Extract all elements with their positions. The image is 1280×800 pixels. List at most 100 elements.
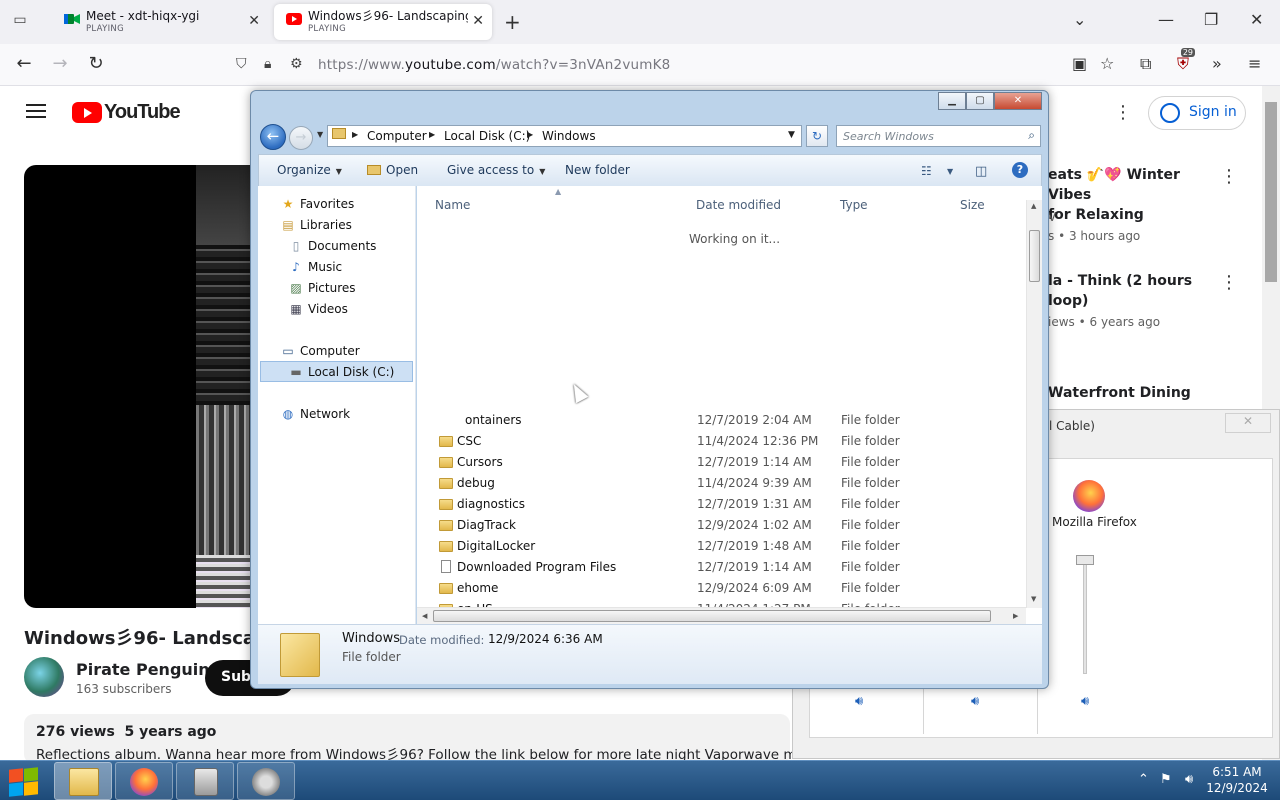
forward-icon[interactable]: → bbox=[48, 53, 72, 74]
file-row[interactable]: Cursors 12/7/2019 1:14 AM File folder bbox=[417, 452, 1026, 473]
channel-avatar[interactable] bbox=[24, 657, 64, 697]
scroll-left-icon[interactable]: ◀ bbox=[422, 612, 427, 620]
close-icon[interactable]: ✕ bbox=[1225, 413, 1271, 433]
recommendation-title[interactable]: eats 🎷💖 Winter Vibes for Relaxing bbox=[1048, 165, 1218, 225]
file-row[interactable]: diagnostics 12/7/2019 1:31 AM File folder bbox=[417, 494, 1026, 515]
scroll-right-icon[interactable]: ▶ bbox=[1013, 612, 1018, 620]
nav-computer[interactable]: ▭ Computer bbox=[280, 344, 359, 358]
give-access-button[interactable]: Give access to ▼ bbox=[447, 163, 545, 177]
nav-pictures[interactable]: ▨ Pictures bbox=[288, 281, 355, 295]
chevron-down-icon[interactable]: ▼ bbox=[947, 167, 953, 176]
volume-icon[interactable]: 🔊︎ bbox=[1185, 772, 1193, 787]
preview-pane-icon[interactable]: ◫ bbox=[975, 164, 987, 179]
file-row[interactable]: ontainers 12/7/2019 2:04 AM File folder bbox=[417, 410, 1026, 431]
close-window-icon[interactable]: ✕ bbox=[1250, 10, 1263, 29]
tab-youtube[interactable]: Windows彡96- Landscaping 水 PLAYING ✕ bbox=[274, 4, 492, 40]
url-text[interactable]: https://www.youtube.com/watch?v=3nVAn2vu… bbox=[318, 57, 670, 73]
file-row[interactable]: DiagTrack 12/9/2024 1:02 AM File folder bbox=[417, 515, 1026, 536]
close-icon[interactable]: ✕ bbox=[994, 92, 1042, 110]
history-dropdown-icon[interactable]: ▼ bbox=[317, 130, 323, 139]
sign-in-button[interactable]: Sign in bbox=[1148, 96, 1246, 130]
breadcrumb-windows[interactable]: Windows bbox=[542, 129, 596, 143]
search-input[interactable] bbox=[837, 126, 1012, 146]
organize-button[interactable]: Organize ▼ bbox=[277, 163, 342, 177]
speaker-icon[interactable]: 🔊︎ bbox=[855, 694, 863, 709]
file-row[interactable]: Downloaded Program Files 12/7/2019 1:14 A… bbox=[417, 557, 1026, 578]
pip-icon[interactable]: ▣ bbox=[1072, 54, 1087, 73]
video-player[interactable] bbox=[24, 165, 250, 608]
refresh-icon[interactable]: ↻ bbox=[806, 125, 828, 147]
scrollbar-thumb[interactable] bbox=[1265, 102, 1277, 282]
file-row[interactable]: debug 11/4/2024 9:39 AM File folder bbox=[417, 473, 1026, 494]
tab-meet[interactable]: Meet - xdt-hiqx-ygi PLAYING ✕ bbox=[52, 4, 268, 40]
taskbar-explorer[interactable] bbox=[54, 762, 112, 800]
url-bar[interactable]: ⛉ 🔒︎ ⚙ https://www.youtube.com/watch?v=3… bbox=[228, 48, 1133, 82]
scrollbar-thumb[interactable] bbox=[1029, 230, 1040, 282]
file-row[interactable]: ehome 12/9/2024 6:09 AM File folder bbox=[417, 578, 1026, 599]
clock[interactable]: 6:51 AM 12/9/2024 bbox=[1204, 764, 1270, 796]
minimize-icon[interactable]: — bbox=[1158, 10, 1174, 29]
file-row[interactable]: CSC 11/4/2024 12:36 PM File folder bbox=[417, 431, 1026, 452]
permissions-icon[interactable]: ⚙ bbox=[290, 56, 303, 72]
help-icon[interactable]: ? bbox=[1012, 162, 1028, 178]
nav-libraries[interactable]: ▤ Libraries bbox=[280, 218, 352, 232]
taskbar-device-manager[interactable] bbox=[176, 762, 234, 800]
volume-slider[interactable] bbox=[1083, 556, 1087, 674]
forward-arrow-icon[interactable]: → bbox=[289, 126, 313, 150]
close-tab-icon[interactable]: ✕ bbox=[472, 13, 484, 29]
file-row[interactable]: DigitalLocker 12/7/2019 1:48 AM File folde… bbox=[417, 536, 1026, 557]
extensions-icon[interactable]: ⧉ bbox=[1140, 54, 1151, 74]
scroll-down-icon[interactable]: ▼ bbox=[1031, 595, 1036, 603]
breadcrumb-chevron-icon[interactable]: ▶ bbox=[352, 130, 358, 139]
recommendation-title[interactable]: la - Think (2 hours loop) bbox=[1048, 271, 1218, 311]
nav-favorites[interactable]: ★ Favorites bbox=[280, 197, 355, 211]
nav-documents[interactable]: ▯ Documents bbox=[288, 239, 377, 253]
overflow-icon[interactable]: » bbox=[1212, 54, 1222, 73]
minimize-icon[interactable]: ▁ bbox=[938, 92, 966, 110]
speaker-icon[interactable]: 🔊︎ bbox=[971, 694, 979, 709]
nav-videos[interactable]: ▦ Videos bbox=[288, 302, 348, 316]
star-icon[interactable]: ☆ bbox=[1100, 54, 1114, 73]
nav-music[interactable]: ♪ Music bbox=[288, 260, 342, 274]
nav-network[interactable]: ◍ Network bbox=[280, 407, 350, 421]
maximize-icon[interactable]: ▢ bbox=[966, 92, 994, 110]
chevron-down-icon[interactable]: ⌄ bbox=[1073, 10, 1086, 29]
speaker-icon[interactable]: 🔊︎ bbox=[1081, 694, 1089, 709]
recommendation-channel[interactable]: V bbox=[1048, 210, 1056, 224]
file-row[interactable]: en-US11/4/2024 1:27 PMFile folder bbox=[417, 599, 1026, 607]
taskbar-volume-mixer[interactable] bbox=[237, 762, 295, 800]
show-hidden-icons[interactable]: ⌃ bbox=[1138, 772, 1149, 787]
scroll-up-icon[interactable]: ▲ bbox=[1031, 202, 1036, 210]
more-options-icon[interactable]: ⋮ bbox=[1220, 166, 1238, 187]
menu-icon[interactable]: ≡ bbox=[1248, 54, 1261, 73]
scrollbar-thumb[interactable] bbox=[433, 610, 991, 622]
more-options-icon[interactable]: ⋮ bbox=[1114, 102, 1132, 123]
youtube-logo-text[interactable]: YouTube bbox=[104, 101, 181, 124]
vertical-scrollbar[interactable]: ▲ ▼ bbox=[1026, 200, 1042, 608]
breadcrumb-chevron-icon[interactable]: ▶ bbox=[429, 130, 435, 139]
description-box[interactable]: 276 views 5 years ago Reflections album.… bbox=[24, 714, 823, 764]
action-center-icon[interactable]: ⚑ bbox=[1160, 772, 1172, 787]
ublock-icon[interactable]: ⛨ 29 bbox=[1177, 48, 1196, 74]
tab-list-icon[interactable]: ▭ bbox=[10, 12, 30, 32]
volume-slider-thumb[interactable] bbox=[1076, 554, 1094, 565]
reload-icon[interactable]: ↻ bbox=[84, 53, 108, 74]
address-bar[interactable]: ▶ Computer ▶ Local Disk (C:) ▶ Windows ▼ bbox=[327, 125, 802, 147]
breadcrumb-chevron-icon[interactable]: ▶ bbox=[527, 130, 533, 139]
start-button[interactable] bbox=[6, 764, 40, 798]
chevron-down-icon[interactable]: ▼ bbox=[788, 130, 795, 140]
back-arrow-icon[interactable]: ← bbox=[260, 124, 286, 150]
channel-name[interactable]: Pirate Penguin bbox=[76, 660, 210, 679]
shield-icon[interactable]: ⛉ bbox=[236, 56, 247, 72]
taskbar-firefox[interactable] bbox=[115, 762, 173, 800]
breadcrumb-local-disk[interactable]: Local Disk (C:) bbox=[444, 129, 530, 143]
back-icon[interactable]: ← bbox=[12, 53, 36, 74]
youtube-logo-icon[interactable] bbox=[72, 102, 102, 123]
new-tab-icon[interactable]: + bbox=[504, 10, 521, 34]
view-options-icon[interactable]: ☷ bbox=[921, 164, 932, 178]
recommendation-title[interactable]: Waterfront Dining bbox=[1048, 383, 1218, 403]
search-icon[interactable]: ⌕ bbox=[1028, 128, 1035, 143]
open-button[interactable]: Open bbox=[367, 163, 418, 177]
breadcrumb-computer[interactable]: Computer bbox=[367, 129, 427, 143]
restore-icon[interactable]: ❐ bbox=[1204, 10, 1218, 29]
